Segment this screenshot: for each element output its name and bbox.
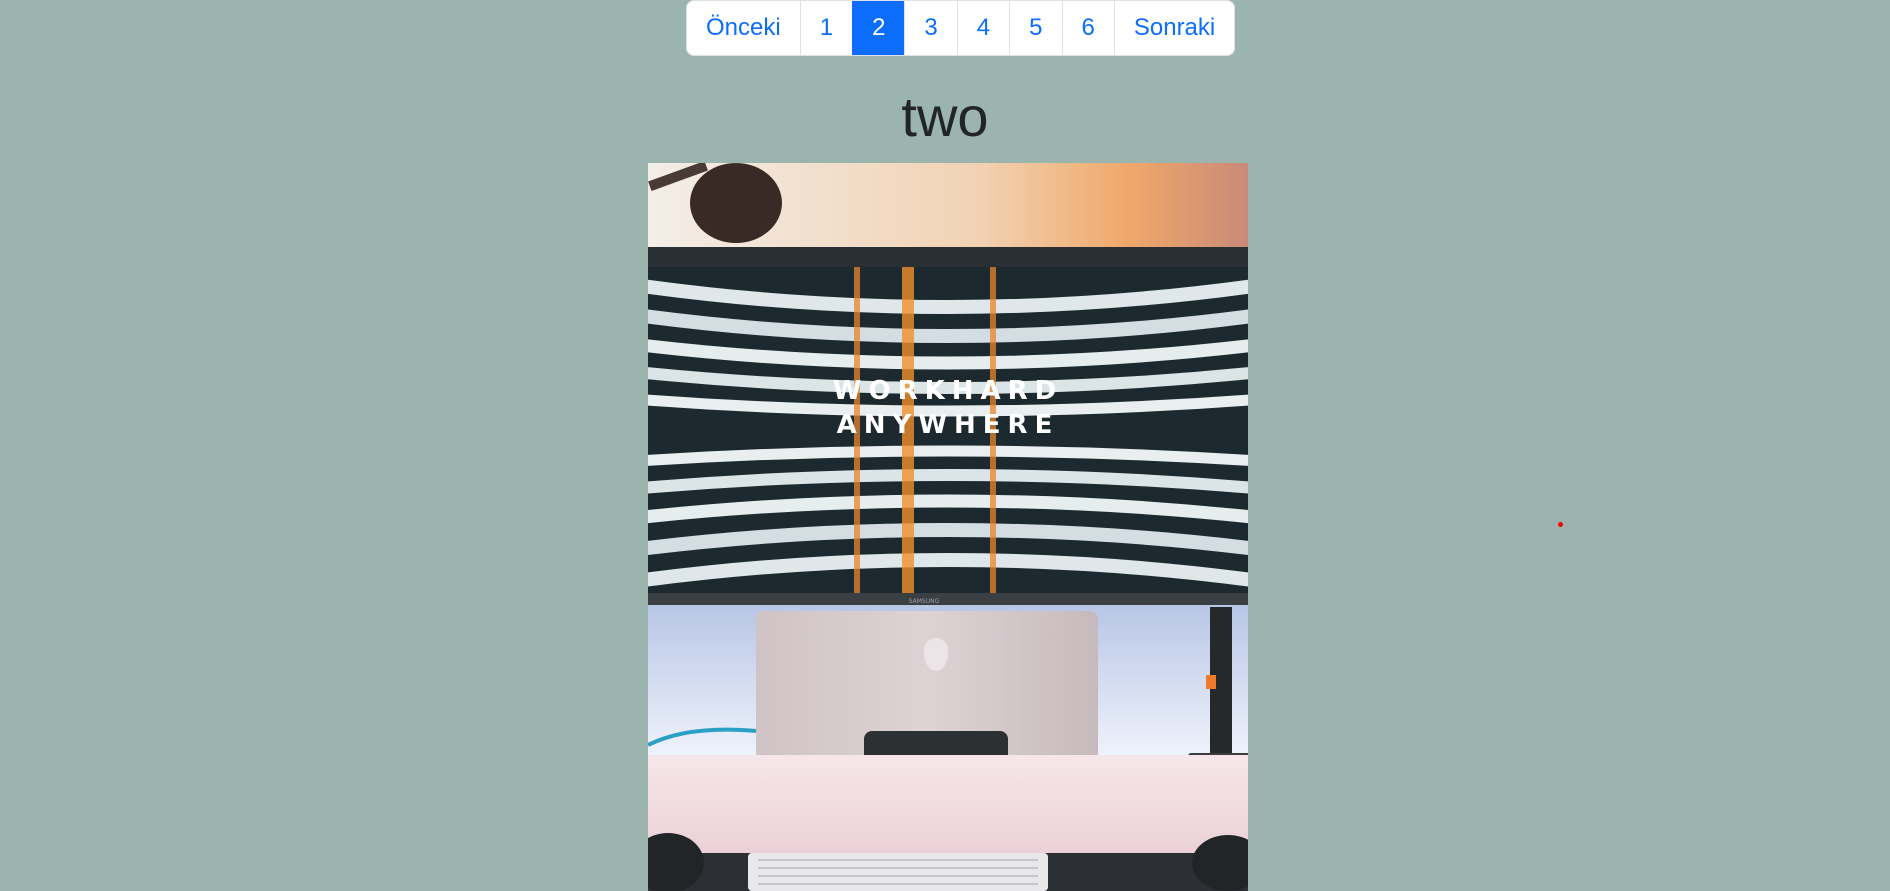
screen-text-line-1: WORKHARD <box>833 376 1063 406</box>
page-link-1[interactable]: 1 <box>799 1 852 55</box>
pointer-dot <box>1558 522 1563 527</box>
page-link-3[interactable]: 3 <box>904 1 956 55</box>
screen-text-line-2: ANYWHERE <box>837 410 1060 440</box>
previous-page-link[interactable]: Önceki <box>687 1 800 55</box>
page-link-6[interactable]: 6 <box>1061 1 1114 55</box>
page-link-2[interactable]: 2 <box>852 1 905 55</box>
next-page-link[interactable]: Sonraki <box>1113 1 1234 55</box>
keyboard <box>748 853 1048 891</box>
page-link-5[interactable]: 5 <box>1009 1 1061 55</box>
monitor-screen: WORKHARD ANYWHERE <box>648 267 1248 593</box>
monitor-brand-label: SAMSUNG <box>909 598 940 605</box>
page-link-4[interactable]: 4 <box>956 1 1009 55</box>
pagination: Önceki 1 2 3 4 5 6 Sonraki <box>686 0 1236 56</box>
lamp-shade <box>690 163 782 243</box>
page-title: two <box>901 85 989 148</box>
workspace-photo: WORKHARD ANYWHERE SAMSUNG <box>648 163 1248 891</box>
